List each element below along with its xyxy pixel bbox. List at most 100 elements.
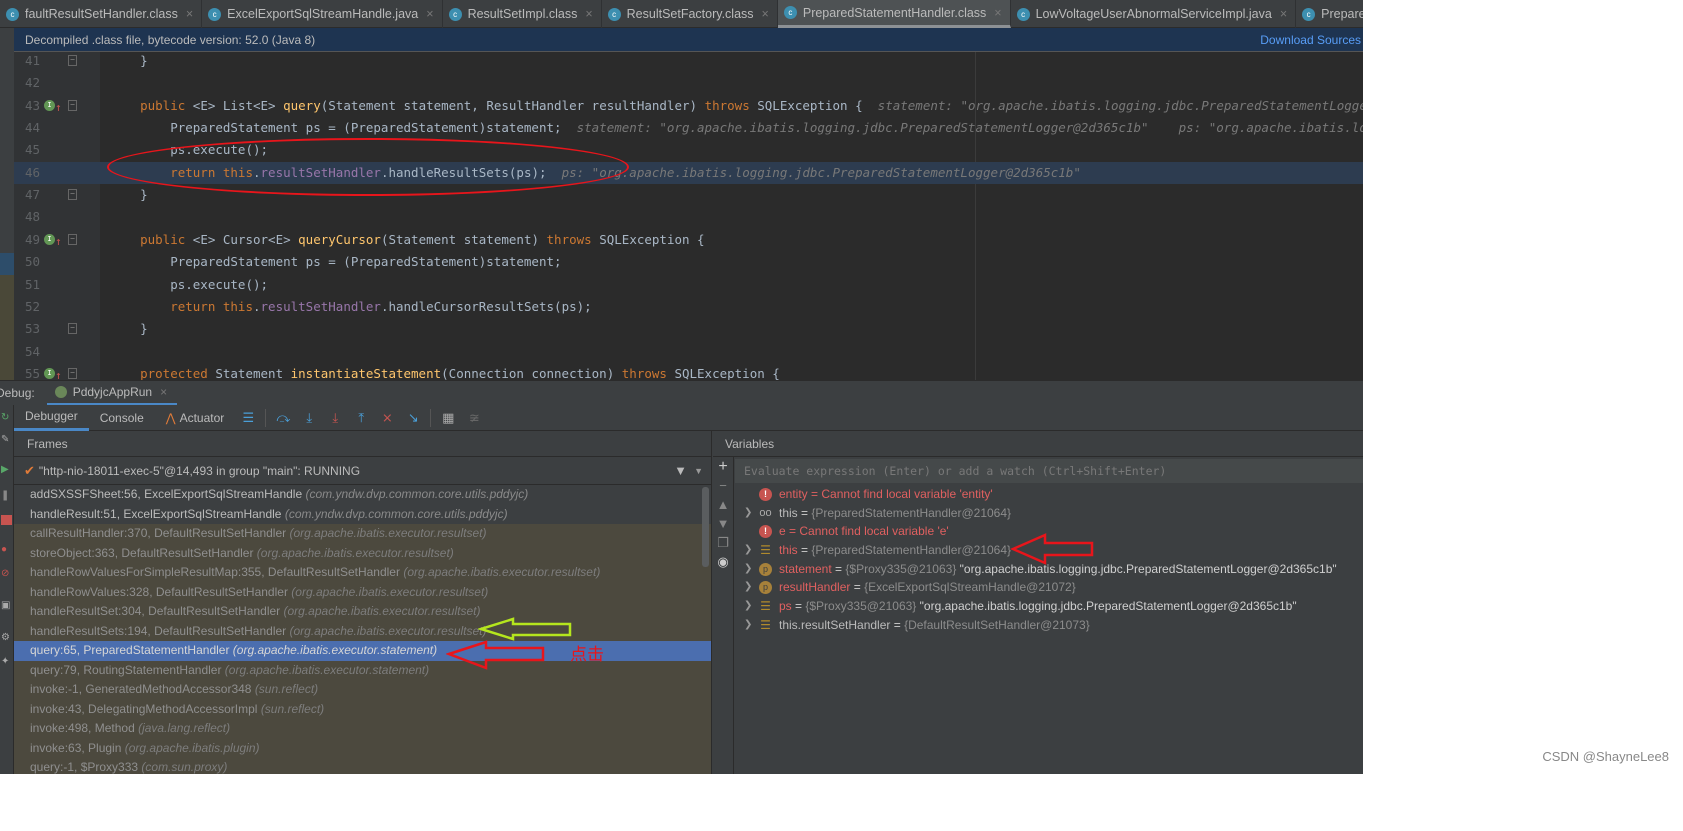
chevron-right-icon[interactable]: ❯	[744, 597, 752, 616]
editor-tab[interactable]: cPreparedStatementLo×	[1296, 0, 1363, 28]
line-number[interactable]: 51	[18, 274, 40, 296]
step-into-icon[interactable]: ⤓	[301, 410, 317, 426]
close-icon[interactable]: ×	[1280, 7, 1287, 21]
editor-tab[interactable]: c ExcelExportSqlStreamHandle.java ×	[202, 0, 443, 28]
line-number[interactable]: 50	[18, 251, 40, 273]
frame-row[interactable]: handleResult:51, ExcelExportSqlStreamHan…	[14, 505, 711, 525]
fold-icon[interactable]: −	[68, 189, 77, 201]
chevron-right-icon[interactable]: ❯	[744, 504, 752, 523]
eye-icon[interactable]: ◉	[713, 552, 733, 571]
mute-breakpoints-icon[interactable]: ⊘	[1, 569, 12, 579]
filter-icon[interactable]: ▼	[674, 463, 687, 478]
fold-icon[interactable]: −	[68, 99, 77, 111]
frame-row[interactable]: invoke:63, Plugin (org.apache.ibatis.plu…	[14, 738, 711, 758]
close-icon[interactable]: ×	[160, 385, 167, 399]
settings-icon[interactable]: ⚙	[1, 633, 12, 643]
variable-row[interactable]: ❯ oo this = {PreparedStatementHandler@2106…	[735, 504, 1363, 523]
line-number[interactable]: 44	[18, 117, 40, 139]
editor-tab[interactable]: c ResultSetImpl.class ×	[443, 0, 602, 28]
code-line[interactable]: 49 I ↑ − public <E> Cursor<E> queryCursor(S…	[14, 229, 1363, 251]
variable-row[interactable]: ❯ ☰ this.resultSetHandler = {DefaultResult…	[735, 616, 1363, 635]
line-number[interactable]: 48	[18, 206, 40, 228]
camera-icon[interactable]: ▣	[1, 601, 12, 611]
line-number[interactable]: 41	[18, 52, 40, 72]
thread-selector[interactable]: ✔ "http-nio-18011-exec-5"@14,493 in grou…	[14, 457, 711, 485]
editor-tab[interactable]: c faultResultSetHandler.class ×	[0, 0, 203, 28]
fold-icon[interactable]: −	[68, 233, 77, 245]
frame-row[interactable]: handleResultSet:304, DefaultResultSetHan…	[14, 602, 711, 622]
line-number[interactable]: 54	[18, 341, 40, 363]
code-line[interactable]: 50 PreparedStatement ps = (PreparedState…	[14, 251, 1363, 273]
frame-row[interactable]: handleRowValues:328, DefaultResultSetHan…	[14, 582, 711, 602]
tab-console[interactable]: Console	[89, 405, 155, 431]
download-sources-link[interactable]: Download Sources	[1260, 33, 1361, 47]
line-number[interactable]: 53	[18, 318, 40, 340]
force-step-into-icon[interactable]: ⤓	[327, 410, 343, 426]
line-number[interactable]: 47	[18, 184, 40, 206]
code-editor[interactable]: 41− } 42 43 I ↑ − public <E> List<E> query(St…	[14, 52, 1363, 380]
step-over-icon[interactable]: ⤼	[275, 410, 291, 426]
editor-tab[interactable]: c PreparedStatementHandler.class ×	[777, 0, 1011, 28]
fold-icon[interactable]: −	[68, 367, 77, 379]
frames-scrollbar[interactable]	[702, 487, 709, 567]
fold-icon[interactable]: −	[68, 55, 77, 66]
code-line[interactable]: 53 − }	[14, 318, 1363, 340]
code-line[interactable]: 44 PreparedStatement ps = (PreparedState…	[14, 117, 1363, 139]
pause-icon[interactable]: ❚	[1, 491, 12, 501]
drop-frame-icon[interactable]: ⨯	[379, 410, 395, 426]
close-icon[interactable]: ×	[426, 7, 433, 21]
chevron-right-icon[interactable]: ❯	[744, 616, 752, 635]
line-number[interactable]: 45	[18, 139, 40, 161]
line-number[interactable]: 49	[18, 229, 40, 251]
implements-icon[interactable]: I	[44, 99, 55, 111]
code-line[interactable]: 54	[14, 341, 1363, 363]
code-line[interactable]: 55 I ↑ − protected Statement instantiateSta…	[14, 363, 1363, 380]
stop-icon[interactable]	[1, 515, 12, 525]
editor-tab[interactable]: c LowVoltageUserAbnormalServiceImpl.java ×	[1011, 0, 1297, 28]
frame-row[interactable]: callResultHandler:370, DefaultResultSetH…	[14, 524, 711, 544]
close-icon[interactable]: ×	[762, 7, 769, 21]
code-line[interactable]: 48	[14, 206, 1363, 228]
breakpoints-icon[interactable]: ●	[1, 545, 12, 555]
rerun-icon[interactable]: ↻	[1, 413, 12, 423]
remove-watch-icon[interactable]: −	[713, 476, 733, 495]
implements-icon[interactable]: I	[44, 367, 55, 379]
variable-row[interactable]: ❯ p resultHandler = {ExcelExportSqlStreamH…	[735, 578, 1363, 597]
show-execution-point-icon[interactable]: ☰	[240, 410, 256, 426]
line-number[interactable]: 52	[18, 296, 40, 318]
trace-stream-icon[interactable]: ≆	[466, 410, 482, 426]
duplicate-icon[interactable]: ❐	[713, 533, 733, 552]
implements-icon[interactable]: I	[44, 233, 55, 245]
code-line[interactable]: 42	[14, 72, 1363, 94]
code-line[interactable]: 43 I ↑ − public <E> List<E> query(Statement…	[14, 95, 1363, 117]
frame-row[interactable]: handleRowValuesForSimpleResultMap:355, D…	[14, 563, 711, 583]
fold-icon[interactable]: −	[68, 323, 77, 335]
move-up-icon[interactable]: ▲	[713, 495, 733, 514]
resume-icon[interactable]: ▶	[1, 465, 12, 475]
code-line[interactable]: 52 return this.resultSetHandler.handleCu…	[14, 296, 1363, 318]
run-config-tab[interactable]: PddyjcAppRun ×	[46, 381, 178, 406]
line-number[interactable]: 46	[18, 162, 40, 184]
frame-row[interactable]: query:-1, $Proxy333 (com.sun.proxy)	[14, 758, 711, 774]
frame-row[interactable]: invoke:43, DelegatingMethodAccessorImpl …	[14, 699, 711, 719]
line-number[interactable]: 43	[18, 95, 40, 117]
line-number[interactable]: 42	[18, 72, 40, 94]
close-icon[interactable]: ×	[994, 6, 1001, 20]
code-line[interactable]: 41 − }	[14, 52, 1363, 72]
frame-row[interactable]: query:65, PreparedStatementHandler (org.…	[14, 641, 711, 661]
frame-row[interactable]: query:79, RoutingStatementHandler (org.a…	[14, 660, 711, 680]
move-down-icon[interactable]: ▼	[713, 514, 733, 533]
frame-row[interactable]: storeObject:363, DefaultResultSetHandler…	[14, 543, 711, 563]
tab-actuator[interactable]: ⋀ Actuator	[155, 405, 236, 431]
close-icon[interactable]: ×	[186, 7, 193, 21]
line-number[interactable]: 55	[18, 363, 40, 380]
add-watch-icon[interactable]: +	[713, 457, 733, 476]
chevron-right-icon[interactable]: ❯	[744, 541, 752, 560]
editor-tab[interactable]: c ResultSetFactory.class ×	[602, 0, 778, 28]
chevron-right-icon[interactable]: ❯	[744, 560, 752, 579]
step-out-icon[interactable]: ⤒	[353, 410, 369, 426]
chevron-right-icon[interactable]: ❯	[744, 578, 752, 597]
run-to-cursor-icon[interactable]: ↘	[405, 410, 421, 426]
close-icon[interactable]: ×	[585, 7, 592, 21]
frame-row[interactable]: invoke:-1, GeneratedMethodAccessor348 (s…	[14, 680, 711, 700]
